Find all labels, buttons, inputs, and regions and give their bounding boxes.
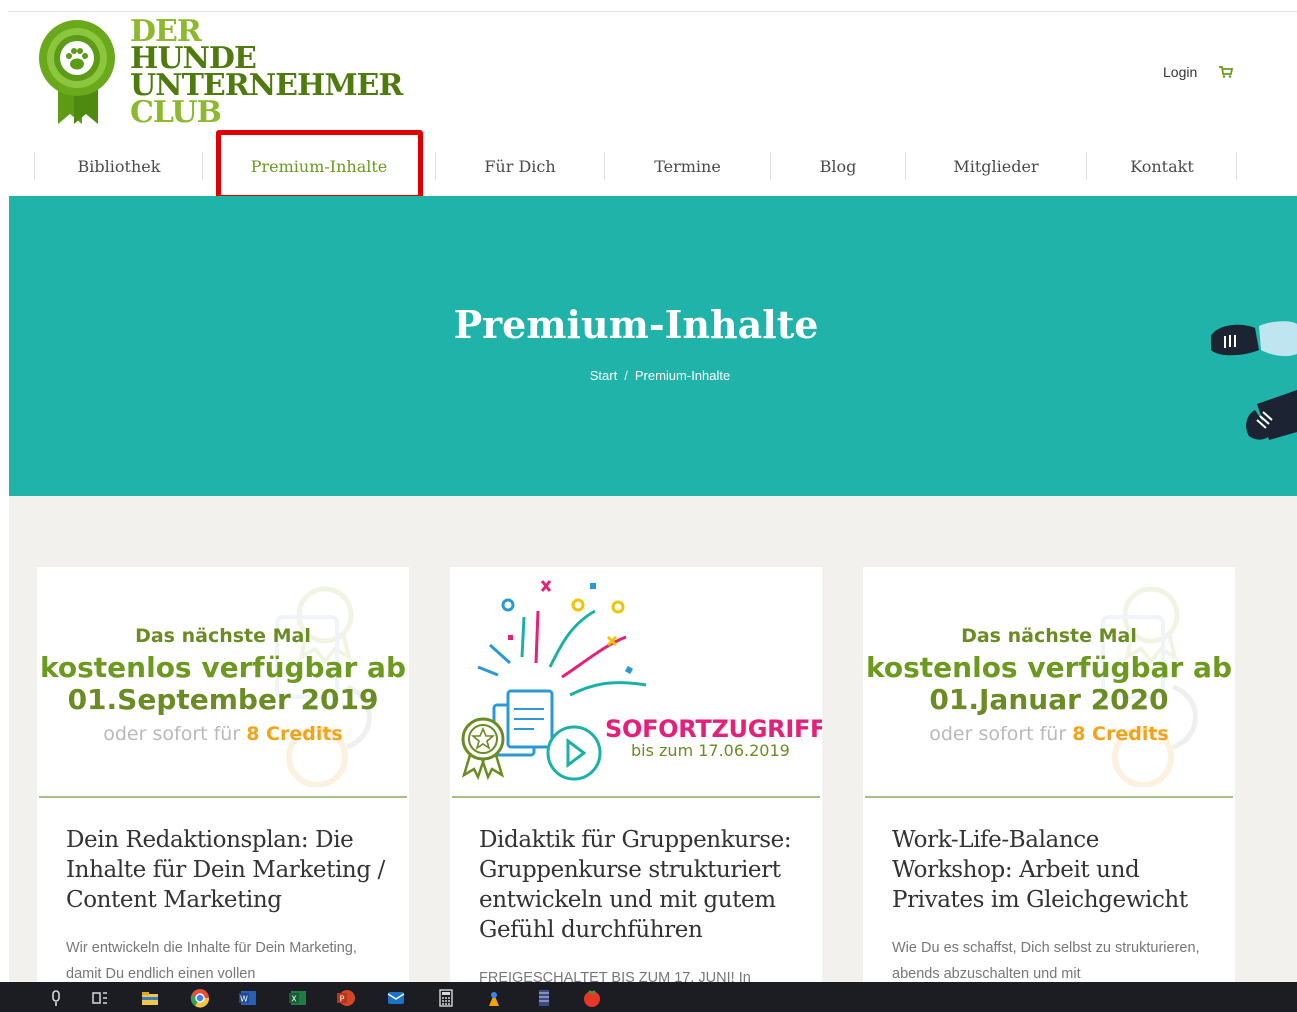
nav-item-bibliothek[interactable]: Bibliothek <box>35 152 203 182</box>
page-title: Premium-Inhalte <box>453 302 819 347</box>
card-image-credits: oder sofort für 8 Credits <box>863 723 1235 745</box>
confetti-burst-illustration <box>461 580 647 781</box>
logo-wordmark: DER HUNDE UNTERNEHMER CLUB <box>130 17 403 130</box>
svg-text:P: P <box>340 995 345 1004</box>
breadcrumb: Start / Premium-Inhalte <box>9 368 1297 383</box>
card-divider <box>39 796 407 798</box>
breadcrumb-current: Premium-Inhalte <box>634 368 731 383</box>
card-image-line-1: kostenlos verfügbar ab <box>866 651 1232 684</box>
powerpoint-icon[interactable]: P <box>336 988 356 1008</box>
chrome-icon[interactable] <box>190 988 210 1008</box>
card-title[interactable]: Didaktik für Gruppenkurse: Gruppenkurse … <box>479 825 799 945</box>
app-icon[interactable] <box>484 988 504 1008</box>
paw-seal-icon <box>39 20 115 124</box>
nav-item-kontakt[interactable]: Kontakt <box>1087 152 1237 182</box>
film-icon[interactable] <box>534 988 554 1008</box>
site-logo[interactable]: DER HUNDE UNTERNEHMER CLUB <box>36 17 403 130</box>
windows-taskbar: W X P <box>0 982 1297 1012</box>
card-excerpt: Wie Du es schaffst, Dich selbst zu struk… <box>892 940 1200 982</box>
card-image: Das nächste Mal kostenlos verfügbar ab 0… <box>863 567 1235 797</box>
course-card[interactable]: Das nächste Mal kostenlos verfügbar ab 0… <box>37 567 409 987</box>
card-image-line-1: kostenlos verfügbar ab <box>40 651 406 684</box>
instant-access-date: bis zum 17.06.2019 <box>631 741 790 760</box>
nav-separator <box>1236 152 1237 180</box>
login-link[interactable]: Login <box>1163 64 1197 80</box>
credits-amount: 8 Credits <box>246 723 343 745</box>
card-image-credits: oder sofort für 8 Credits <box>37 723 409 745</box>
credits-prefix: oder sofort für <box>929 723 1067 745</box>
top-divider <box>9 11 1297 12</box>
cart-icon[interactable] <box>1219 66 1233 78</box>
file-explorer-icon[interactable] <box>140 988 160 1008</box>
card-image: Das nächste Mal kostenlos verfügbar ab 0… <box>37 567 409 797</box>
card-divider <box>452 796 820 798</box>
breadcrumb-separator: / <box>624 368 628 383</box>
highlight-annotation <box>216 130 423 200</box>
nav-item-blog[interactable]: Blog <box>771 152 905 182</box>
credits-prefix: oder sofort für <box>103 723 241 745</box>
nav-item-fuer-dich[interactable]: Für Dich <box>436 152 604 182</box>
tomato-icon[interactable] <box>582 988 602 1008</box>
course-card[interactable]: Das nächste Mal kostenlos verfügbar ab 0… <box>863 567 1235 987</box>
svg-text:X: X <box>291 995 297 1004</box>
card-image: SOFORTZUGRIFF bis zum 17.06.2019 <box>450 567 822 797</box>
logo-line-4: CLUB <box>130 95 222 130</box>
card-title[interactable]: Dein Redaktionsplan: Die Inhalte für Dei… <box>66 825 386 915</box>
course-card[interactable]: SOFORTZUGRIFF bis zum 17.06.2019 Didakti… <box>450 567 822 987</box>
card-image-line-2: 01.September 2019 <box>67 683 379 716</box>
hero-banner: Premium-Inhalte Start / Premium-Inhalte <box>9 196 1297 496</box>
card-image-small-text: Das nächste Mal <box>135 625 311 647</box>
svg-text:W: W <box>240 995 248 1004</box>
card-title[interactable]: Work-Life-Balance Workshop: Arbeit und P… <box>892 825 1212 915</box>
instant-access-headline: SOFORTZUGRIFF <box>605 715 822 743</box>
card-divider <box>865 796 1233 798</box>
word-icon[interactable]: W <box>238 988 258 1008</box>
calculator-icon[interactable] <box>436 988 456 1008</box>
card-image-line-2: 01.Januar 2020 <box>929 683 1169 716</box>
nav-item-termine[interactable]: Termine <box>605 152 770 182</box>
card-excerpt: Wir entwickeln die Inhalte für Dein Mark… <box>66 940 357 982</box>
breadcrumb-start-link[interactable]: Start <box>590 368 617 383</box>
dog-paws-illustration <box>1211 321 1297 440</box>
credits-amount: 8 Credits <box>1072 723 1169 745</box>
nav-item-mitglieder[interactable]: Mitglieder <box>906 152 1086 182</box>
microphone-icon[interactable] <box>46 988 66 1008</box>
card-image-small-text: Das nächste Mal <box>961 625 1137 647</box>
outlook-icon[interactable] <box>386 988 406 1008</box>
excel-icon[interactable]: X <box>288 988 308 1008</box>
task-view-icon[interactable] <box>90 988 110 1008</box>
